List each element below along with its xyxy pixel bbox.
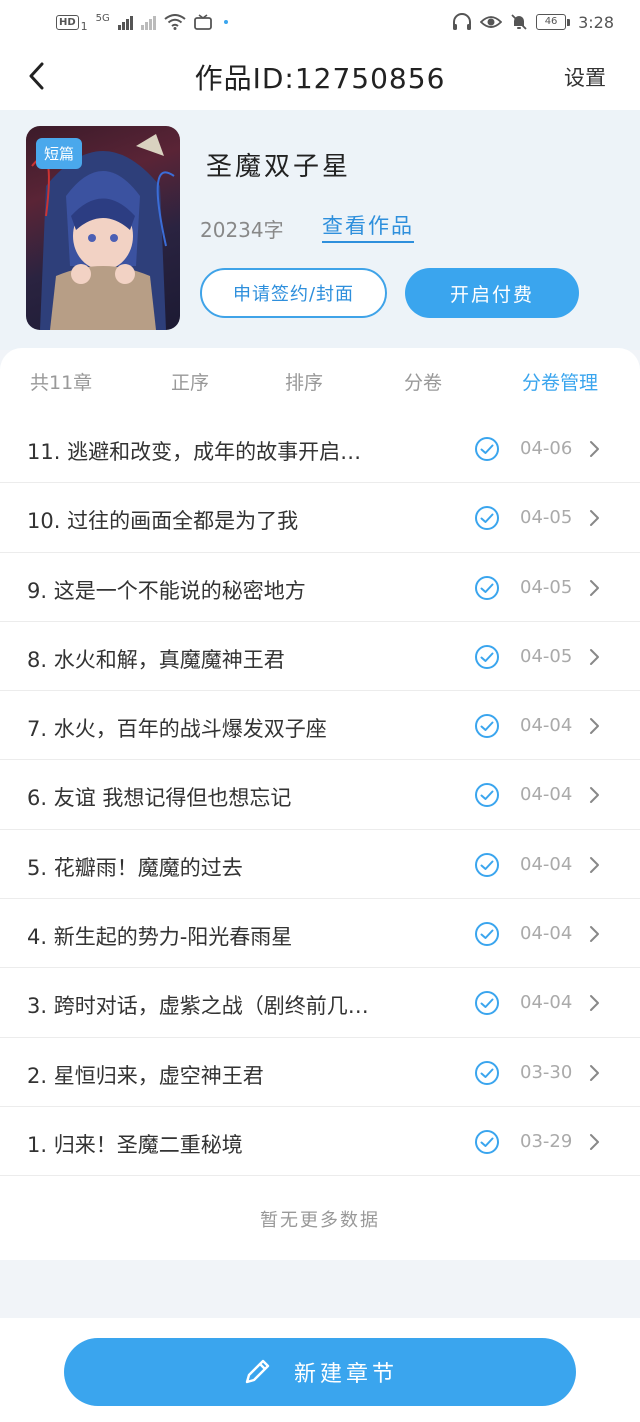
chapter-date: 04-04	[520, 992, 573, 1014]
chapter-card: 共11章 正序 排序 分卷 分卷管理 11. 逃避和改变，成年的故事开启… 04-…	[0, 348, 640, 1260]
chapter-row[interactable]: 7. 水火，百年的战斗爆发双子座 04-04	[0, 691, 640, 761]
new-chapter-label: 新建章节	[293, 1362, 398, 1387]
battery-level: 46	[536, 14, 567, 30]
tab-volume[interactable]: 分卷	[404, 368, 442, 395]
chapter-row[interactable]: 5. 花瓣雨！魔魔的过去 04-04	[0, 830, 640, 900]
apply-contract-button[interactable]: 申请签约/封面	[200, 268, 387, 318]
chapter-date: 04-04	[520, 853, 573, 875]
chevron-right-icon	[590, 718, 599, 735]
hd-badge: HD	[56, 14, 79, 30]
chapter-date: 04-06	[520, 438, 573, 459]
wifi-icon	[164, 14, 186, 30]
chapter-date: 04-05	[520, 576, 573, 598]
work-header: 短篇 圣魔双子星 20234字 查看作品 申请签约/封面 开启付费	[0, 110, 640, 350]
chapter-title: 7. 水火，百年的战斗爆发双子座	[27, 717, 327, 742]
status-left: HD 1 5G	[56, 12, 228, 33]
notification-dot-icon	[223, 20, 228, 24]
chapter-title: 6. 友谊 我想记得但也想忘记	[27, 786, 292, 811]
signal-2-icon	[140, 14, 156, 30]
cover-image[interactable]: 短篇	[26, 126, 180, 330]
tab-order-asc[interactable]: 正序	[171, 368, 209, 395]
chapter-title: 5. 花瓣雨！魔魔的过去	[27, 855, 243, 880]
chapter-title: 9. 这是一个不能说的秘密地方	[27, 578, 306, 603]
chapter-date: 04-05	[520, 645, 573, 667]
published-check-icon	[475, 575, 499, 600]
tab-row: 共11章 正序 排序 分卷 分卷管理	[0, 362, 640, 402]
chevron-right-icon	[590, 1133, 599, 1150]
chevron-right-icon	[590, 787, 599, 804]
word-count: 20234字	[200, 218, 284, 242]
chapter-title: 1. 归来！圣魔二重秘境	[27, 1132, 243, 1157]
chapter-row[interactable]: 10. 过往的画面全都是为了我 04-05	[0, 483, 640, 553]
chevron-right-icon	[590, 579, 599, 596]
published-check-icon	[475, 714, 499, 739]
network-label: 5G	[95, 12, 110, 24]
sim-indicator: 1	[80, 19, 88, 33]
chapter-count: 共11章	[30, 372, 93, 394]
no-more-text: 暂无更多数据	[260, 1210, 380, 1231]
chevron-right-icon	[590, 510, 599, 527]
chevron-right-icon	[590, 1064, 599, 1081]
work-title: 圣魔双子星	[206, 152, 352, 182]
pencil-icon	[245, 1359, 270, 1384]
cover-badge: 短篇	[36, 138, 83, 169]
chapter-date: 04-04	[520, 923, 573, 945]
bottom-bar: 新建章节	[0, 1318, 640, 1422]
eye-icon	[480, 16, 503, 28]
enable-payment-button[interactable]: 开启付费	[405, 268, 579, 318]
battery-icon: 46	[536, 14, 571, 30]
chapter-row[interactable]: 2. 星恒归来，虚空神王君 03-30	[0, 1038, 640, 1107]
chapter-title: 4. 新生起的势力-阳光春雨星	[27, 925, 293, 950]
status-right: 46 3:28	[452, 13, 614, 32]
published-check-icon	[475, 783, 499, 808]
chapter-row[interactable]: 3. 跨时对话，虚紫之战（剧终前几… 04-04	[0, 968, 640, 1038]
page-title: 作品ID:12750856	[194, 62, 446, 95]
chevron-right-icon	[590, 441, 599, 457]
chapter-row[interactable]: 6. 友谊 我想记得但也想忘记 04-04	[0, 760, 640, 830]
chapter-row[interactable]: 4. 新生起的势力-阳光春雨星 04-04	[0, 899, 640, 969]
chevron-right-icon	[590, 856, 599, 873]
published-check-icon	[475, 506, 499, 531]
chapter-title: 2. 星恒归来，虚空神王君	[27, 1063, 264, 1088]
new-chapter-button[interactable]: 新建章节	[64, 1338, 576, 1406]
chapter-date: 03-30	[520, 1061, 573, 1083]
chapter-title: 8. 水火和解，真魔魔神王君	[27, 647, 285, 672]
chapter-date: 04-05	[520, 507, 573, 529]
published-check-icon	[475, 1129, 499, 1154]
published-check-icon	[475, 852, 499, 877]
headphones-icon	[453, 13, 472, 30]
chapter-date: 03-29	[520, 1130, 573, 1152]
chapter-row[interactable]: 1. 归来！圣魔二重秘境 03-29	[0, 1107, 640, 1177]
chapter-date: 04-04	[520, 715, 573, 737]
chevron-right-icon	[590, 648, 599, 665]
mute-bell-icon	[511, 14, 527, 30]
published-check-icon	[475, 922, 499, 947]
status-bar: HD 1 5G 46 3:28	[0, 0, 640, 44]
chevron-right-icon	[590, 995, 599, 1012]
chapter-title: 3. 跨时对话，虚紫之战（剧终前几…	[27, 994, 369, 1019]
published-check-icon	[475, 644, 499, 669]
chapter-list: 11. 逃避和改变，成年的故事开启… 04-06 10. 过往的画面全都是为了我 04…	[0, 414, 640, 1177]
signal-icon	[117, 14, 133, 30]
clock: 3:28	[578, 12, 614, 32]
tv-app-icon	[193, 14, 212, 30]
view-work-link[interactable]: 查看作品	[322, 210, 414, 243]
published-check-icon	[475, 991, 499, 1016]
chapter-title: 10. 过往的画面全都是为了我	[27, 509, 299, 534]
published-check-icon	[475, 1060, 499, 1085]
chapter-date: 04-04	[520, 784, 573, 806]
tab-sort[interactable]: 排序	[285, 368, 323, 395]
settings-button[interactable]: 设置	[564, 62, 606, 92]
nav-bar: 作品ID:12750856 设置	[0, 44, 640, 110]
back-arrow-icon	[29, 62, 44, 90]
back-button[interactable]	[18, 58, 54, 94]
published-check-icon	[475, 437, 499, 461]
chapter-row[interactable]: 11. 逃避和改变，成年的故事开启… 04-06	[0, 414, 640, 484]
chapter-title: 11. 逃避和改变，成年的故事开启…	[27, 440, 362, 464]
chapter-row[interactable]: 8. 水火和解，真魔魔神王君 04-05	[0, 622, 640, 692]
chapter-row[interactable]: 9. 这是一个不能说的秘密地方 04-05	[0, 553, 640, 622]
chevron-right-icon	[590, 926, 599, 943]
tab-volume-manage[interactable]: 分卷管理	[522, 368, 598, 395]
